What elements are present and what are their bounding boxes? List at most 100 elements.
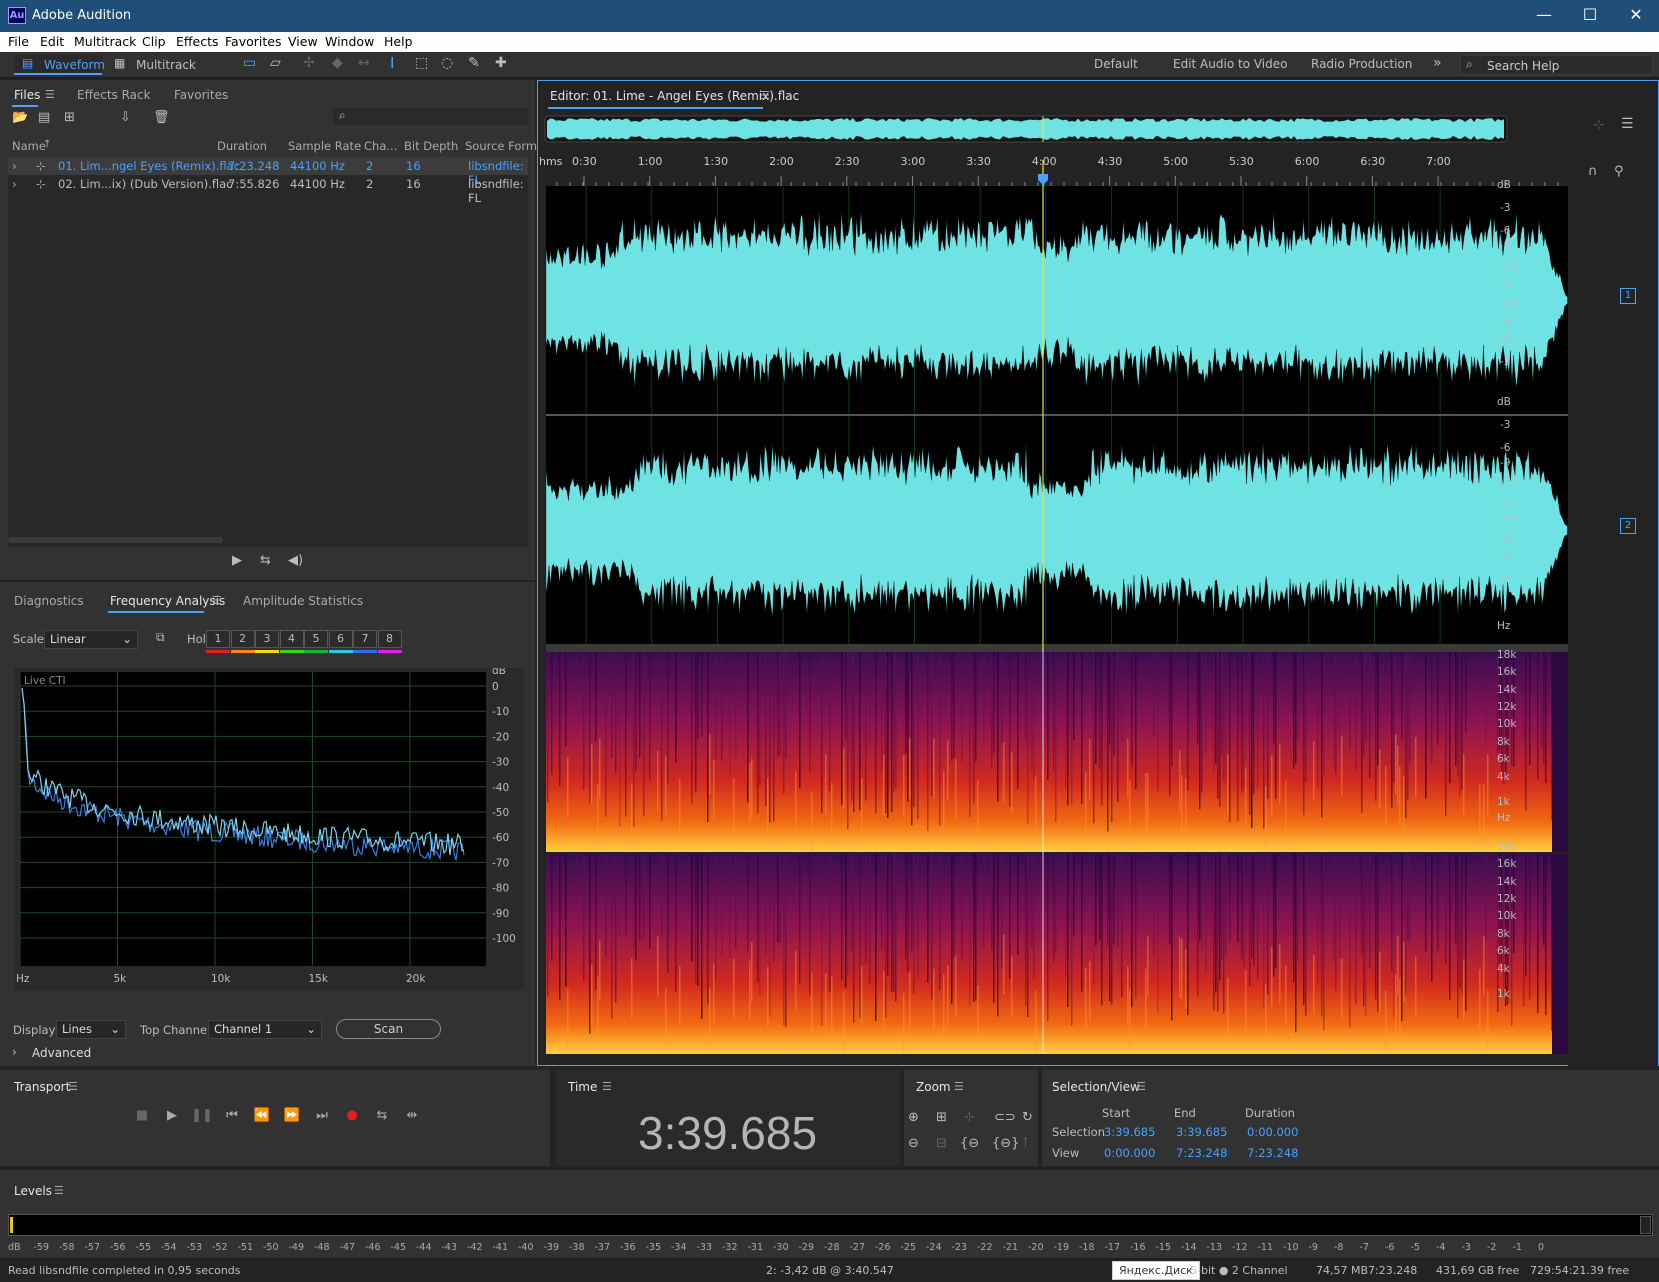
levels-menu-icon[interactable]: ☰ xyxy=(54,1184,64,1197)
workspace-edit-audio-to-video[interactable]: Edit Audio to Video xyxy=(1173,57,1287,71)
marquee-tool-icon[interactable]: ⬚ xyxy=(415,55,428,71)
tab-files[interactable]: Files xyxy=(14,88,40,102)
delete-icon[interactable]: 🗑 xyxy=(153,110,170,125)
brush-tool-icon[interactable]: ✎ xyxy=(468,55,480,71)
menu-edit[interactable]: Edit xyxy=(40,34,64,49)
file-row[interactable]: › ⊹ 02. Lim...ix) (Dub Version).flac 7:5… xyxy=(8,175,528,205)
column-source-format[interactable]: Source Forma xyxy=(465,139,544,153)
zoom-fit-icon[interactable]: ⊺ xyxy=(1022,1136,1029,1151)
multitrack-mode-button[interactable]: ▦ Multitrack xyxy=(112,55,204,75)
menu-clip[interactable]: Clip xyxy=(142,34,166,49)
menu-file[interactable]: File xyxy=(8,34,29,49)
top-channel-select[interactable]: Channel 1 ⌄ xyxy=(208,1020,322,1039)
advanced-section[interactable]: Advanced xyxy=(32,1046,91,1060)
column-channels[interactable]: Cha... xyxy=(364,139,397,153)
maximize-button[interactable]: ☐ xyxy=(1567,0,1613,32)
waveform-mode-button[interactable]: ▤ Waveform xyxy=(14,55,105,75)
hold-button-7[interactable]: 7 xyxy=(353,630,377,648)
view-start-field[interactable]: 0:00.000 xyxy=(1104,1146,1155,1160)
slip-tool-icon[interactable]: ↔ xyxy=(358,55,370,71)
clip-indicator[interactable] xyxy=(1640,1216,1651,1234)
close-button[interactable]: ✕ xyxy=(1613,0,1659,32)
hold-button-8[interactable]: 8 xyxy=(377,630,402,648)
view-end-field[interactable]: 7:23.248 xyxy=(1176,1146,1227,1160)
channel-1-toggle[interactable]: 1 xyxy=(1620,288,1636,304)
column-bit-depth[interactable]: Bit Depth xyxy=(404,139,458,153)
menu-view[interactable]: View xyxy=(288,34,318,49)
display-select[interactable]: Lines ⌄ xyxy=(56,1020,126,1039)
search-help-field[interactable]: ⌕ Search Help xyxy=(1460,55,1653,75)
hold-button-5[interactable]: 5 xyxy=(304,630,328,648)
import-file-icon[interactable]: ▤ xyxy=(38,110,50,125)
zoom-out-amplitude-icon[interactable]: ⊖ xyxy=(908,1136,919,1151)
channel-2-toggle[interactable]: 2 xyxy=(1620,518,1636,534)
column-sample-rate[interactable]: Sample Rate xyxy=(288,139,361,153)
new-file-icon[interactable]: ⊞ xyxy=(64,110,75,125)
zoom-out-full-icon[interactable]: {⊖} xyxy=(992,1136,1019,1151)
zoom-selection-icon[interactable]: ⊹ xyxy=(964,1110,975,1125)
tab-effects-rack[interactable]: Effects Rack xyxy=(77,88,151,102)
selection-view-menu-icon[interactable]: ☰ xyxy=(1136,1080,1146,1093)
zoom-menu-icon[interactable]: ☰ xyxy=(954,1080,964,1093)
record-icon[interactable]: ● xyxy=(340,1108,364,1123)
analysis-panel-menu-icon[interactable]: ☰ xyxy=(212,594,222,607)
autoplay-icon[interactable]: ◀) xyxy=(288,553,303,568)
play-icon[interactable]: ▶ xyxy=(160,1108,184,1123)
column-duration[interactable]: Duration xyxy=(217,139,267,153)
menu-favorites[interactable]: Favorites xyxy=(225,34,281,49)
tab-amplitude-statistics[interactable]: Amplitude Statistics xyxy=(243,594,363,608)
menu-help[interactable]: Help xyxy=(384,34,413,49)
move-tool-icon[interactable]: ✢ xyxy=(303,55,315,71)
workspace-radio-production[interactable]: Radio Production xyxy=(1311,57,1412,71)
hold-button-1[interactable]: 1 xyxy=(206,630,230,648)
tab-frequency-analysis[interactable]: Frequency Analysis xyxy=(110,594,225,608)
workspace-default[interactable]: Default xyxy=(1094,57,1138,71)
file-row[interactable]: › ⊹ 01. Lim...ngel Eyes (Remix).flac 7:2… xyxy=(8,157,528,187)
selection-start-field[interactable]: 3:39.685 xyxy=(1104,1125,1155,1139)
scale-select[interactable]: Linear ⌄ xyxy=(44,630,138,649)
menu-effects[interactable]: Effects xyxy=(176,34,219,49)
razor-tool-icon[interactable]: ◆ xyxy=(332,55,343,71)
expand-chevron-icon[interactable]: › xyxy=(12,159,17,173)
zoom-out-left-icon[interactable]: {⊖ xyxy=(960,1136,979,1151)
loop-playback-icon[interactable]: ⇆ xyxy=(370,1108,394,1123)
time-menu-icon[interactable]: ☰ xyxy=(602,1080,612,1093)
open-file-icon[interactable]: 📂 xyxy=(12,110,28,125)
loop-preview-icon[interactable]: ⇆ xyxy=(260,553,271,568)
hold-button-2[interactable]: 2 xyxy=(230,630,255,648)
horizontal-scrollbar[interactable] xyxy=(8,537,223,543)
zoom-reset-icon[interactable]: ↻ xyxy=(1022,1110,1033,1125)
zoom-in-amplitude-icon[interactable]: ⊕ xyxy=(908,1110,919,1125)
hold-button-6[interactable]: 6 xyxy=(328,630,353,648)
hold-button-3[interactable]: 3 xyxy=(255,630,279,648)
pause-icon[interactable]: ❚❚ xyxy=(190,1108,214,1123)
pitch-display-icon[interactable]: ▱ xyxy=(270,55,281,71)
advanced-expand-icon[interactable]: › xyxy=(12,1045,17,1059)
menu-window[interactable]: Window xyxy=(325,34,374,49)
selection-end-field[interactable]: 3:39.685 xyxy=(1176,1125,1227,1139)
minimize-button[interactable]: — xyxy=(1521,0,1567,32)
scan-button[interactable]: Scan xyxy=(336,1019,441,1039)
zoom-in-time-icon[interactable]: ⊞ xyxy=(936,1110,947,1125)
column-name[interactable]: Name xyxy=(12,139,46,153)
expand-chevron-icon[interactable]: › xyxy=(12,177,17,191)
skip-selection-icon[interactable]: ⇹ xyxy=(400,1108,424,1123)
fast-forward-icon[interactable]: ⏩ xyxy=(280,1108,304,1123)
tab-favorites[interactable]: Favorites xyxy=(174,88,228,102)
zoom-in-point-icon[interactable]: ⊂⊃ xyxy=(994,1110,1016,1125)
capture-icon[interactable]: ⧉ xyxy=(156,630,165,645)
time-selection-tool-icon[interactable]: I xyxy=(390,54,394,72)
more-workspaces-icon[interactable]: » xyxy=(1433,55,1442,71)
lasso-tool-icon[interactable]: ◌ xyxy=(441,55,453,71)
skip-to-start-icon[interactable]: ⏮ xyxy=(220,1108,244,1123)
view-duration-field[interactable]: 7:23.248 xyxy=(1247,1146,1298,1160)
spot-healing-tool-icon[interactable]: ✚ xyxy=(495,55,507,71)
files-panel-menu-icon[interactable]: ☰ xyxy=(45,88,55,101)
rewind-icon[interactable]: ⏪ xyxy=(250,1108,274,1123)
spectral-display-icon[interactable]: ▭ xyxy=(243,55,256,71)
zoom-out-time-icon[interactable]: ⊟ xyxy=(936,1136,947,1151)
tab-diagnostics[interactable]: Diagnostics xyxy=(14,594,84,608)
transport-menu-icon[interactable]: ☰ xyxy=(68,1080,78,1093)
stop-icon[interactable]: ■ xyxy=(130,1108,154,1123)
files-search-input[interactable]: ⌕ xyxy=(333,108,528,125)
